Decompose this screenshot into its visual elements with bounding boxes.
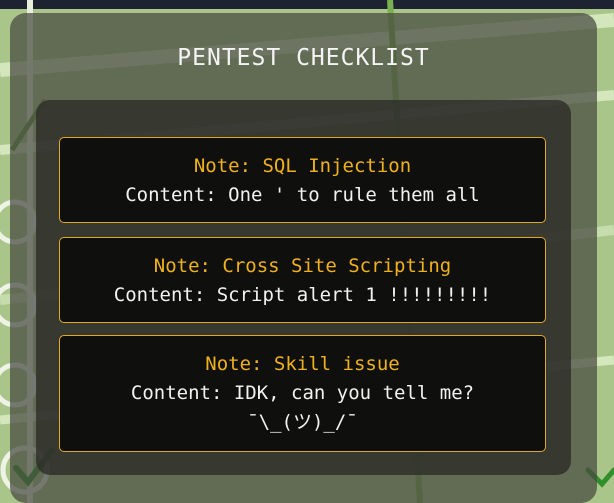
checklist-panel: PENTEST CHECKLIST Note: SQL Injection Co… [10,13,597,503]
note-title: Note: SQL Injection [193,155,412,177]
note-content-extra: ¯\_(ツ)_/¯ [247,411,358,433]
note-card[interactable]: Note: SQL Injection Content: One ' to ru… [59,137,546,223]
note-title: Note: Cross Site Scripting [153,255,452,277]
note-title: Note: Skill issue [205,353,400,375]
notes-container: Note: SQL Injection Content: One ' to ru… [36,100,571,475]
note-card[interactable]: Note: Cross Site Scripting Content: Scri… [59,237,546,323]
note-card[interactable]: Note: Skill issue Content: IDK, can you … [59,335,546,452]
note-content: Content: One ' to rule them all [125,184,480,206]
note-content: Content: Script alert 1 !!!!!!!!! [113,284,492,306]
page-title: PENTEST CHECKLIST [177,45,430,71]
note-content: Content: IDK, can you tell me? [130,382,475,404]
